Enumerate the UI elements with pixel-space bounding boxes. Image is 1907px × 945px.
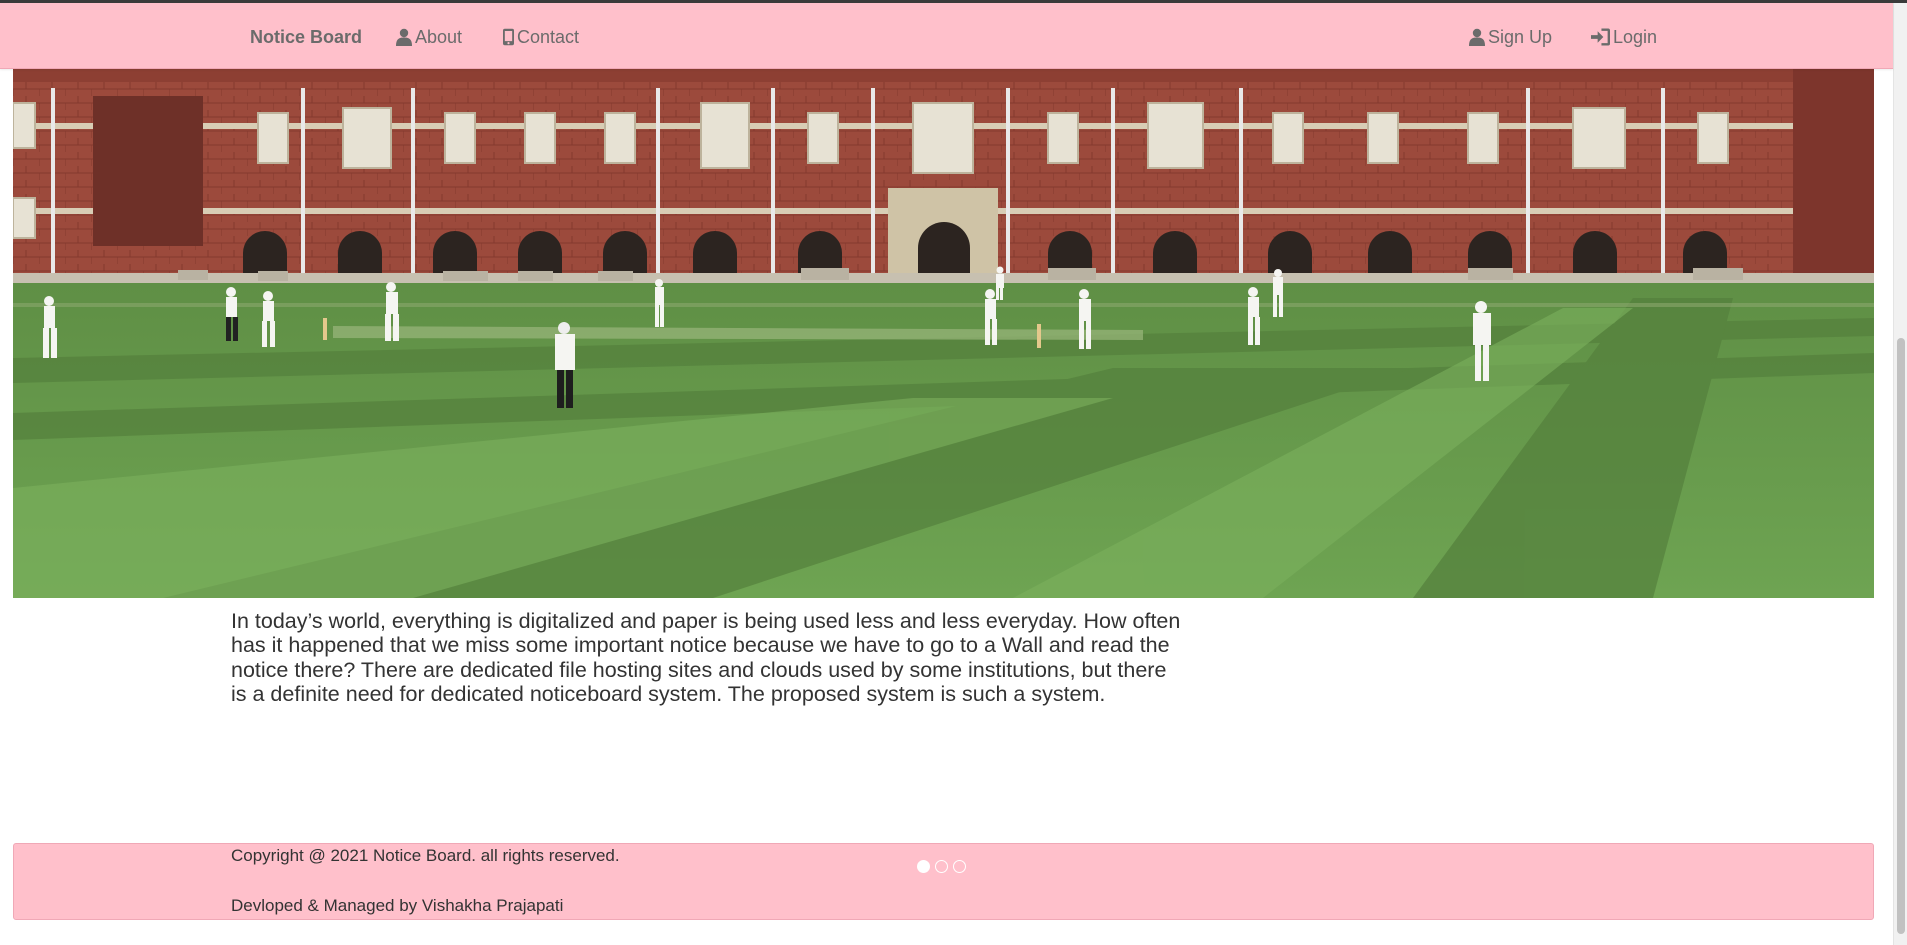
user-icon <box>396 28 412 46</box>
mobile-phone-icon <box>503 28 514 46</box>
nav-contact[interactable]: Contact <box>503 24 579 50</box>
nav-signup[interactable]: Sign Up <box>1469 24 1552 50</box>
nav-login-label: Login <box>1613 26 1658 47</box>
brand-link[interactable]: Notice Board <box>250 24 362 50</box>
nav-contact-label: Contact <box>517 26 580 47</box>
log-in-icon <box>1591 28 1610 46</box>
intro-paragraph: In today’s world, everything is digitali… <box>231 609 1181 706</box>
hero-cricket-image <box>13 68 1874 598</box>
carousel-indicator-2[interactable] <box>935 860 948 873</box>
vertical-scrollbar[interactable] <box>1893 3 1907 945</box>
footer: Copyright @ 2021 Notice Board. all right… <box>13 843 1874 920</box>
carousel-indicator-3[interactable] <box>953 860 966 873</box>
nav-login[interactable]: Login <box>1591 24 1657 50</box>
nav-signup-label: Sign Up <box>1488 26 1553 47</box>
footer-credit: Devloped & Managed by Vishakha Prajapati <box>231 896 564 915</box>
top-navbar: Notice Board About Contact Sign Up Login <box>0 3 1893 69</box>
scrollbar-thumb[interactable] <box>1897 338 1905 934</box>
footer-copyright: Copyright @ 2021 Notice Board. all right… <box>231 846 620 865</box>
carousel-indicators <box>917 860 966 873</box>
nav-about-label: About <box>415 26 463 47</box>
carousel-indicator-1[interactable] <box>917 860 930 873</box>
hero-carousel[interactable] <box>13 68 1874 598</box>
user-icon <box>1469 28 1485 46</box>
nav-about[interactable]: About <box>396 24 462 50</box>
